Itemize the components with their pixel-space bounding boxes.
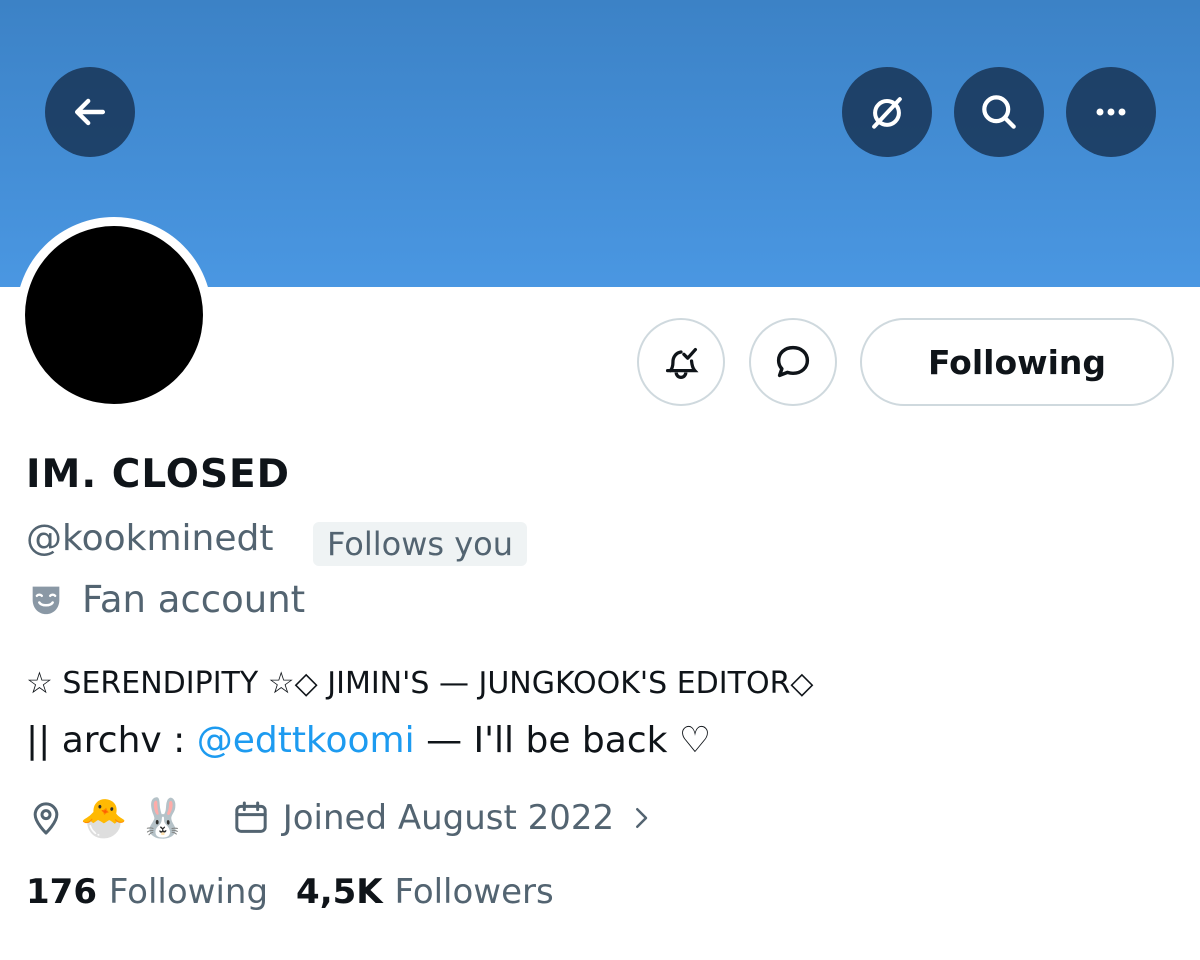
following-count: 176 bbox=[26, 872, 109, 912]
bio-mention-link[interactable]: @edttkoomi bbox=[197, 720, 415, 761]
follow-stats: 176 Following 4,5K Followers bbox=[26, 872, 582, 912]
search-icon bbox=[982, 95, 1016, 129]
grok-button[interactable] bbox=[842, 67, 932, 157]
notifications-button[interactable] bbox=[637, 318, 725, 406]
arrow-left-icon bbox=[74, 98, 106, 126]
avatar[interactable] bbox=[25, 226, 203, 404]
calendar-icon bbox=[235, 801, 267, 833]
display-name: IM. CLOSED bbox=[26, 452, 291, 497]
more-button[interactable] bbox=[1066, 67, 1156, 157]
message-button[interactable] bbox=[749, 318, 837, 406]
following-button[interactable]: Following bbox=[860, 318, 1174, 406]
followers-count-link[interactable]: 4,5K Followers bbox=[296, 872, 554, 912]
bio-line-1: ☆ SERENDIPITY ☆◇ JIMIN'S — JUNGKOOK'S ED… bbox=[26, 666, 814, 701]
more-dots-icon bbox=[1096, 108, 1126, 116]
bio-line-2: || archv : @edttkoomi — I'll be back ♡ bbox=[26, 720, 711, 761]
joined-label: Joined August 2022 bbox=[282, 798, 615, 838]
joined-date[interactable]: Joined August 2022 bbox=[231, 798, 656, 838]
bell-check-icon bbox=[665, 347, 699, 379]
account-category: Fan account bbox=[26, 578, 305, 621]
followers-count-label: Followers bbox=[394, 872, 554, 912]
following-count-label: Following bbox=[108, 872, 269, 912]
bio-prefix: || archv : bbox=[26, 720, 197, 761]
followers-count: 4,5K bbox=[296, 872, 395, 912]
category-label: Fan account bbox=[82, 578, 306, 621]
follows-you-badge: Follows you bbox=[313, 522, 528, 566]
grok-slash-icon bbox=[872, 97, 902, 129]
chevron-right-icon bbox=[636, 808, 648, 828]
theater-mask-icon bbox=[32, 586, 60, 614]
back-button[interactable] bbox=[45, 67, 135, 157]
message-bubble-icon bbox=[776, 345, 810, 378]
user-handle: @kookminedt bbox=[26, 518, 274, 559]
bio-suffix: — I'll be back ♡ bbox=[414, 720, 712, 761]
following-count-link[interactable]: 176 Following bbox=[26, 872, 268, 912]
profile-meta: 🐣 🐰 Joined August 2022 bbox=[26, 790, 656, 846]
search-button[interactable] bbox=[954, 67, 1044, 157]
location-text: 🐣 🐰 bbox=[80, 795, 187, 840]
location-pin-icon bbox=[33, 802, 59, 835]
